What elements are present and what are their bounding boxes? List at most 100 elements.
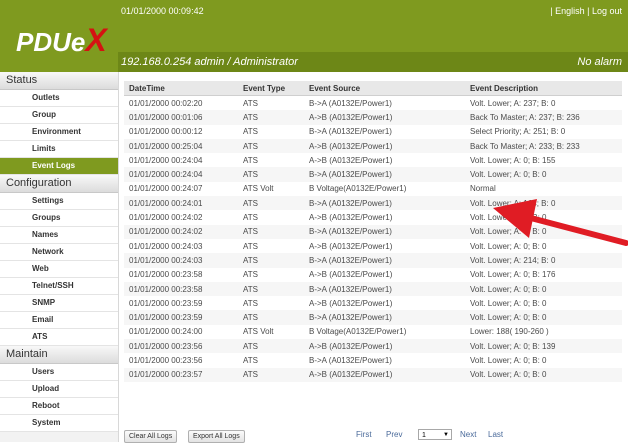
col-event-description[interactable]: Event Description bbox=[465, 81, 622, 96]
cell-event-source: B->A (A0132E/Power1) bbox=[304, 224, 465, 239]
sidebar-item-ats[interactable]: ATS bbox=[0, 329, 118, 346]
cell-event-type: ATS bbox=[238, 224, 304, 239]
page-select[interactable]: 1 ▼ bbox=[418, 429, 452, 440]
table-row: 01/01/2000 00:24:04 ATS B->A (A0132E/Power… bbox=[124, 167, 622, 182]
table-row: 01/01/2000 00:24:02 ATS A->B (A0132E/Power… bbox=[124, 210, 622, 224]
cell-event-type: ATS Volt bbox=[243, 184, 274, 194]
event-log-table-wrapper: DateTime Event Type Event Source Event D… bbox=[124, 81, 622, 382]
cell-event-description: Volt. Lower; A: 0; B: 0 bbox=[470, 241, 547, 251]
prev-page-link[interactable]: Prev bbox=[386, 430, 402, 439]
cell-event-source: A->B (A0132E/Power1) bbox=[309, 298, 393, 308]
cell-datetime: 01/01/2000 00:24:00 bbox=[129, 327, 203, 337]
cell-event-description: Volt. Lower; A: 0; B: 0 bbox=[465, 310, 622, 325]
cell-event-type: ATS bbox=[238, 281, 304, 297]
cell-datetime: 01/01/2000 00:24:07 bbox=[129, 184, 203, 194]
header-links: | English | Log out bbox=[550, 6, 622, 16]
export-all-logs-button[interactable]: Export All Logs bbox=[188, 430, 245, 443]
language-link[interactable]: English bbox=[555, 6, 585, 16]
logout-link[interactable]: Log out bbox=[592, 6, 622, 16]
table-row: 01/01/2000 00:23:58 ATS A->B (A0132E/Power… bbox=[124, 268, 622, 282]
cell-datetime: 01/01/2000 00:23:56 bbox=[124, 339, 238, 354]
last-page-link[interactable]: Last bbox=[488, 430, 503, 439]
cell-event-source: B->A (A0132E/Power1) bbox=[304, 281, 465, 297]
cell-event-description: Volt. Lower; A: 0; B: 0 bbox=[470, 355, 547, 365]
separator: | bbox=[587, 6, 590, 16]
cell-event-type: ATS bbox=[238, 367, 304, 382]
col-event-type[interactable]: Event Type bbox=[238, 81, 304, 96]
sidebar-item-groups[interactable]: Groups bbox=[0, 210, 118, 227]
cell-event-type: ATS bbox=[243, 98, 258, 108]
cell-event-type: ATS bbox=[243, 355, 258, 365]
cell-datetime: 01/01/2000 00:24:02 bbox=[124, 224, 238, 239]
sidebar: Status Outlets Group Environment Limits Even… bbox=[0, 72, 119, 442]
cell-event-description: Volt. Lower; A: 214; B: 0 bbox=[465, 253, 622, 268]
sidebar-item-snmp[interactable]: SNMP bbox=[0, 295, 118, 312]
cell-event-source: A->B (A0132E/Power1) bbox=[304, 367, 465, 382]
cell-event-type: ATS bbox=[238, 138, 304, 154]
cell-datetime: 01/01/2000 00:23:58 bbox=[129, 270, 203, 280]
cell-event-description: Volt. Lower; A: 0; B: 0 bbox=[470, 298, 547, 308]
cell-event-type: ATS bbox=[243, 155, 258, 165]
sidebar-item-email[interactable]: Email bbox=[0, 312, 118, 329]
cell-event-source: B->A (A0132E/Power1) bbox=[309, 355, 392, 365]
col-event-source[interactable]: Event Source bbox=[304, 81, 465, 96]
table-row: 01/01/2000 00:23:59 ATS B->A (A0132E/Power… bbox=[124, 310, 622, 325]
sidebar-item-telnet-ssh[interactable]: Telnet/SSH bbox=[0, 278, 118, 295]
cell-event-source: B Voltage(A0132E/Power1) bbox=[309, 184, 407, 194]
sidebar-item-reboot[interactable]: Reboot bbox=[0, 398, 118, 415]
header-datetime: 01/01/2000 00:09:42 bbox=[121, 6, 204, 16]
cell-datetime: 01/01/2000 00:23:57 bbox=[124, 367, 238, 382]
cell-datetime: 01/01/2000 00:23:59 bbox=[124, 310, 238, 325]
sidebar-item-settings[interactable]: Settings bbox=[0, 193, 118, 210]
cell-datetime: 01/01/2000 00:24:03 bbox=[129, 241, 203, 251]
table-row: 01/01/2000 00:24:02 ATS B->A (A0132E/Power… bbox=[124, 224, 622, 239]
table-row: 01/01/2000 00:24:03 ATS A->B (A0132E/Power… bbox=[124, 239, 622, 253]
cell-event-type: ATS bbox=[238, 196, 304, 211]
first-page-link[interactable]: First bbox=[356, 430, 372, 439]
cell-event-type: ATS bbox=[243, 241, 258, 251]
sidebar-item-outlets[interactable]: Outlets bbox=[0, 90, 118, 107]
cell-event-description: Volt. Lower; A: 0; B: 0 bbox=[465, 367, 622, 382]
sidebar-item-users[interactable]: Users bbox=[0, 364, 118, 381]
sidebar-item-network[interactable]: Network bbox=[0, 244, 118, 261]
col-datetime[interactable]: DateTime bbox=[124, 81, 238, 96]
table-row: 01/01/2000 00:23:57 ATS A->B (A0132E/Power… bbox=[124, 367, 622, 382]
table-row: 01/01/2000 00:24:07 ATS Volt B Voltage(A01… bbox=[124, 182, 622, 196]
cell-datetime: 01/01/2000 00:25:04 bbox=[124, 138, 238, 154]
cell-datetime: 01/01/2000 00:01:06 bbox=[124, 110, 238, 125]
sidebar-item-system[interactable]: System bbox=[0, 415, 118, 432]
sidebar-item-upload[interactable]: Upload bbox=[0, 381, 118, 398]
sidebar-item-group[interactable]: Group bbox=[0, 107, 118, 124]
cell-datetime: 01/01/2000 00:24:04 bbox=[129, 155, 203, 165]
cell-datetime: 01/01/2000 00:02:20 bbox=[129, 98, 203, 108]
cell-datetime: 01/01/2000 00:23:58 bbox=[124, 281, 238, 297]
sidebar-item-names[interactable]: Names bbox=[0, 227, 118, 244]
cell-event-source: B Voltage(A0132E/Power1) bbox=[309, 327, 407, 337]
chevron-down-icon: ▼ bbox=[443, 432, 449, 438]
cell-event-type: ATS bbox=[238, 253, 304, 268]
pdu-logo[interactable]: PDUeX bbox=[0, 0, 118, 72]
cell-event-source: B->A (A0132E/Power1) bbox=[304, 253, 465, 268]
section-status: Status bbox=[0, 72, 118, 90]
next-page-link[interactable]: Next bbox=[460, 430, 476, 439]
table-row: 01/01/2000 00:23:56 ATS A->B (A0132E/Power… bbox=[124, 339, 622, 354]
sidebar-item-limits[interactable]: Limits bbox=[0, 141, 118, 158]
table-row: 01/01/2000 00:24:00 ATS Volt B Voltage(A01… bbox=[124, 325, 622, 339]
sidebar-item-environment[interactable]: Environment bbox=[0, 124, 118, 141]
cell-event-description: Back To Master; A: 233; B: 233 bbox=[465, 138, 622, 154]
cell-event-description: Volt. Lower; A: 0; B: 155 bbox=[470, 155, 556, 165]
cell-event-source: A->B (A0132E/Power1) bbox=[304, 138, 465, 154]
cell-event-type: ATS bbox=[238, 339, 304, 354]
cell-event-source: A->B (A0132E/Power1) bbox=[309, 270, 393, 280]
sidebar-item-web[interactable]: Web bbox=[0, 261, 118, 278]
clear-all-logs-button[interactable]: Clear All Logs bbox=[124, 430, 178, 443]
cell-datetime: 01/01/2000 00:23:59 bbox=[129, 298, 203, 308]
log-footer: Clear All Logs Export All Logs First Pre… bbox=[124, 428, 622, 443]
event-log-table: DateTime Event Type Event Source Event D… bbox=[124, 81, 622, 382]
cell-event-source: A->B (A0132E/Power1) bbox=[304, 339, 465, 354]
cell-event-description: Volt. Lower; A: 0; B: 0 bbox=[465, 281, 622, 297]
sidebar-item-event-logs[interactable]: Event Logs bbox=[0, 158, 118, 175]
cell-datetime: 01/01/2000 00:24:04 bbox=[124, 167, 238, 182]
cell-event-type: ATS Volt bbox=[243, 327, 274, 337]
cell-event-source: B->A (A0132E/Power1) bbox=[304, 167, 465, 182]
